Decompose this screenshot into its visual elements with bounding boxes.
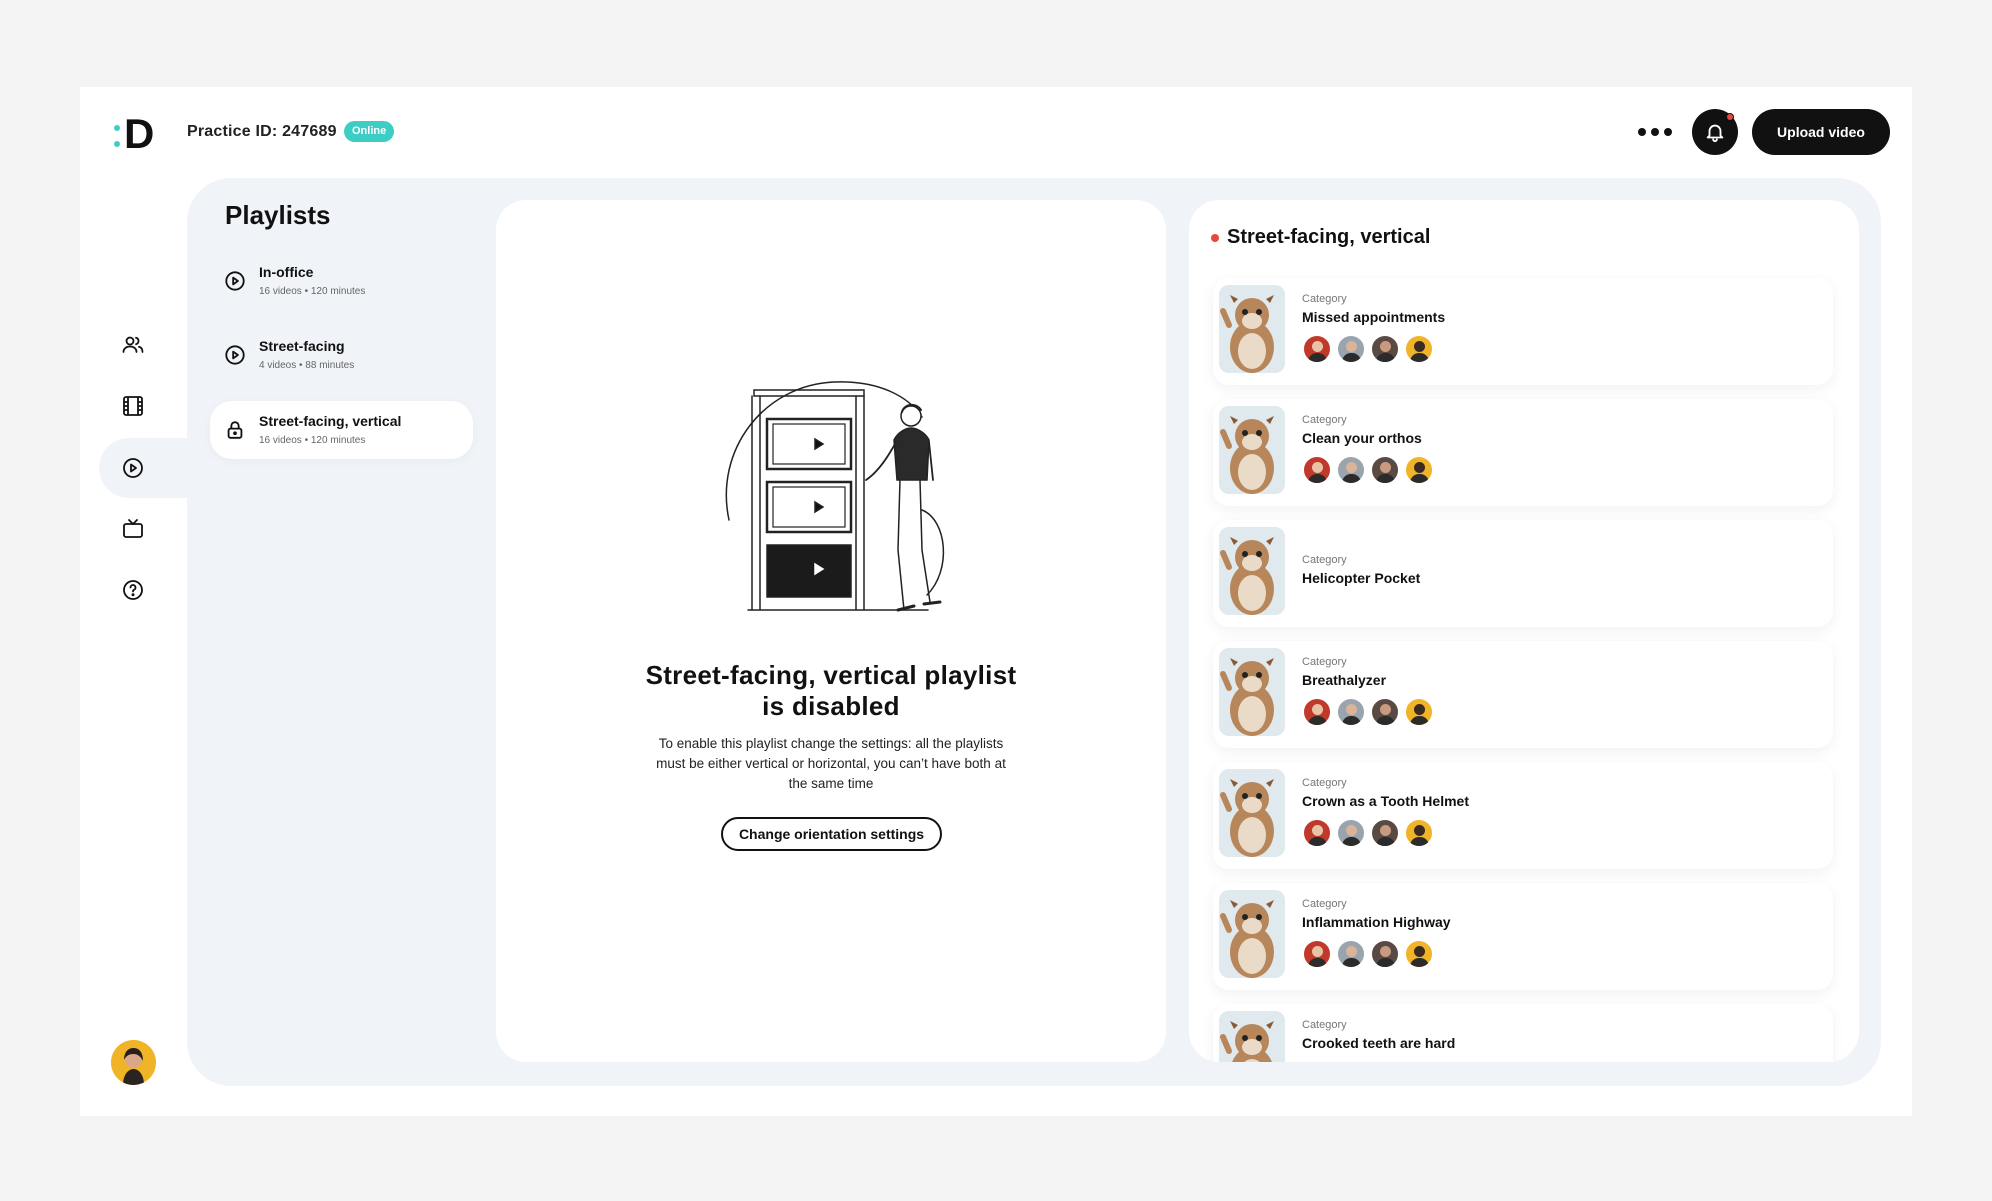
lock-icon [227, 421, 243, 439]
presenter-avatar [1404, 1060, 1434, 1062]
presenter-avatars [1302, 939, 1438, 969]
video-category: Category [1302, 898, 1347, 910]
presenter-avatars [1302, 1060, 1438, 1062]
video-list-item[interactable]: Category Inflammation Highway [1213, 883, 1833, 990]
video-thumbnail [1219, 890, 1285, 978]
presenter-avatar [1302, 939, 1332, 969]
logo[interactable]: D [114, 113, 156, 155]
help-icon[interactable] [119, 576, 147, 604]
video-category: Category [1302, 414, 1347, 426]
presenter-avatar [1302, 1060, 1332, 1062]
play-circle-icon [225, 345, 245, 365]
disabled-description: To enable this playlist change the setti… [656, 736, 1006, 791]
video-title: Breathalyzer [1302, 672, 1387, 688]
presenter-avatar [1336, 1060, 1366, 1062]
film-icon[interactable] [119, 392, 147, 420]
playlist-meta: 4 videos • 88 minutes [259, 360, 355, 371]
video-list-header: Street-facing, vertical [1211, 226, 1430, 249]
presenter-avatar [1370, 818, 1400, 848]
video-thumbnail [1219, 648, 1285, 736]
video-title: Helicopter Pocket [1302, 570, 1421, 586]
rail-active-indicator [99, 438, 209, 498]
presenter-avatar [1336, 455, 1366, 485]
video-category: Category [1302, 293, 1347, 305]
notification-dot [1726, 113, 1734, 121]
video-thumbnail [1219, 769, 1285, 857]
video-title: Missed appointments [1302, 309, 1446, 325]
playlists-title: Playlists [225, 200, 331, 230]
presenter-avatar [1370, 697, 1400, 727]
presenter-avatar [1302, 818, 1332, 848]
presenter-avatar [1404, 334, 1434, 364]
video-thumbnail [1219, 406, 1285, 494]
upload-video-button[interactable]: Upload video [1752, 109, 1890, 155]
video-list-title: Street-facing, vertical [1227, 226, 1431, 248]
presenter-avatars [1302, 334, 1438, 364]
video-list: Category Missed appointments Category Clean… [1213, 278, 1833, 1062]
video-list-item[interactable]: Category Crooked teeth are hard [1213, 1004, 1833, 1062]
presenter-avatar [1370, 455, 1400, 485]
presenter-avatar [1336, 334, 1366, 364]
presenter-avatar [1302, 697, 1332, 727]
status-dot [1211, 233, 1219, 242]
video-list-item[interactable]: Category Missed appointments [1213, 278, 1833, 385]
video-title: Crooked teeth are hard [1302, 1035, 1456, 1051]
playlist-name: Street-facing [259, 338, 345, 354]
video-category: Category [1302, 777, 1347, 789]
playlist-meta: 16 videos • 120 minutes [259, 286, 366, 297]
video-list-item[interactable]: Category Breathalyzer [1213, 641, 1833, 748]
presenter-avatar [1404, 939, 1434, 969]
video-category: Category [1302, 1019, 1347, 1031]
playlist-item-street-facing-vertical[interactable]: Street-facing, vertical 16 videos • 120 … [210, 401, 473, 459]
playlist-name: Street-facing, vertical [259, 413, 402, 429]
users-icon[interactable] [119, 331, 147, 359]
video-title: Crown as a Tooth Helmet [1302, 793, 1469, 809]
video-thumbnail [1219, 285, 1285, 373]
playlist-name: In-office [259, 264, 314, 280]
tv-icon[interactable] [119, 515, 147, 543]
presenter-avatar [1370, 1060, 1400, 1062]
presenter-avatar [1336, 697, 1366, 727]
status-badge: Online [344, 121, 395, 142]
video-list-item[interactable]: Category Crown as a Tooth Helmet [1213, 762, 1833, 869]
presenter-avatar [1404, 697, 1434, 727]
presenter-avatars [1302, 697, 1438, 727]
playlist-meta: 16 videos • 120 minutes [259, 435, 366, 446]
logo-letter: D [124, 110, 155, 157]
video-thumbnail [1219, 527, 1285, 615]
video-thumbnail [1219, 1011, 1285, 1062]
video-list-card: Street-facing, vertical Category Missed a… [1189, 200, 1859, 1062]
notifications-button[interactable] [1692, 109, 1738, 155]
playlist-illustration [725, 381, 945, 612]
presenter-avatars [1302, 455, 1438, 485]
video-list-item[interactable]: Category Helicopter Pocket [1213, 520, 1833, 627]
presenter-avatar [1404, 455, 1434, 485]
presenter-avatar [1404, 818, 1434, 848]
more-options-icon[interactable] [1638, 122, 1672, 142]
user-avatar[interactable] [111, 1040, 156, 1085]
presenter-avatars [1302, 818, 1438, 848]
play-circle-icon[interactable] [119, 454, 147, 482]
presenter-avatar [1370, 334, 1400, 364]
disabled-playlist-card [496, 200, 1166, 1062]
video-category: Category [1302, 656, 1347, 668]
disabled-title: Street-facing, vertical playlist is disa… [645, 660, 1017, 721]
video-list-item[interactable]: Category Clean your orthos [1213, 399, 1833, 506]
presenter-avatar [1336, 939, 1366, 969]
presenter-avatar [1336, 818, 1366, 848]
video-category: Category [1302, 554, 1347, 566]
playlist-item-street-facing[interactable]: Street-facing 4 videos • 88 minutes [210, 326, 473, 384]
play-circle-icon [225, 271, 245, 291]
playlist-item-in-office[interactable]: In-office 16 videos • 120 minutes [210, 252, 473, 310]
presenter-avatar [1302, 455, 1332, 485]
bell-icon [1706, 124, 1724, 143]
presenter-avatar [1302, 334, 1332, 364]
presenter-avatar [1370, 939, 1400, 969]
change-orientation-button[interactable]: Change orientation settings [721, 817, 942, 851]
video-title: Inflammation Highway [1302, 914, 1451, 930]
video-title: Clean your orthos [1302, 430, 1422, 446]
practice-id: Practice ID: 247689 [187, 123, 337, 140]
